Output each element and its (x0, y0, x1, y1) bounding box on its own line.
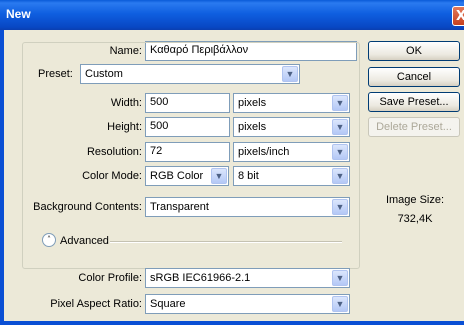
resolution-unit-select[interactable]: pixels/inch ▼ (233, 142, 350, 162)
chevron-down-icon[interactable]: ▼ (332, 144, 348, 160)
width-input[interactable]: 500 (145, 93, 230, 113)
ok-button[interactable]: OK (368, 41, 460, 61)
background-contents-label: Background Contents: (33, 201, 142, 213)
chevron-up-double-icon[interactable]: ˄ (42, 233, 56, 247)
height-input[interactable]: 500 (145, 117, 230, 137)
pixel-aspect-select[interactable]: Square ▼ (145, 294, 350, 314)
chevron-down-icon[interactable]: ▼ (332, 119, 348, 135)
advanced-label[interactable]: Advanced (60, 235, 109, 247)
resolution-unit-value: pixels/inch (238, 146, 290, 158)
close-button[interactable]: X (452, 6, 464, 26)
pixel-aspect-value: Square (150, 298, 186, 310)
width-unit-value: pixels (238, 97, 267, 109)
color-profile-select[interactable]: sRGB IEC61966-2.1 ▼ (145, 268, 350, 288)
height-unit-value: pixels (238, 121, 267, 133)
window-title: New (6, 7, 31, 21)
color-mode-value: RGB Color (150, 170, 204, 182)
chevron-down-icon[interactable]: ▼ (332, 270, 348, 286)
preset-label: Preset: (38, 68, 73, 80)
bit-depth-select[interactable]: 8 bit ▼ (233, 166, 350, 186)
chevron-down-icon[interactable]: ▼ (211, 168, 227, 184)
chevron-down-icon[interactable]: ▼ (332, 95, 348, 111)
chevron-down-icon[interactable]: ▼ (282, 66, 298, 82)
preset-select[interactable]: Custom ▼ (80, 64, 300, 84)
image-size-label: Image Size: (385, 194, 445, 206)
chevron-down-icon[interactable]: ▼ (332, 168, 348, 184)
background-contents-value: Transparent (150, 201, 209, 213)
color-profile-label: Color Profile: (78, 272, 142, 284)
color-profile-value: sRGB IEC61966-2.1 (150, 272, 251, 284)
bit-depth-value: 8 bit (238, 170, 259, 182)
advanced-divider (110, 241, 342, 243)
color-mode-select[interactable]: RGB Color ▼ (145, 166, 229, 186)
preset-value: Custom (85, 68, 123, 80)
width-label: Width: (110, 97, 142, 109)
delete-preset-button: Delete Preset... (368, 117, 460, 137)
height-unit-select[interactable]: pixels ▼ (233, 117, 350, 137)
resolution-label: Resolution: (86, 146, 142, 158)
chevron-down-icon[interactable]: ▼ (332, 199, 348, 215)
image-size-value: 732,4K (397, 213, 433, 225)
color-mode-label: Color Mode: (82, 170, 142, 182)
height-label: Height: (107, 121, 142, 133)
pixel-aspect-label: Pixel Aspect Ratio: (50, 298, 142, 310)
background-contents-select[interactable]: Transparent ▼ (145, 197, 350, 217)
width-unit-select[interactable]: pixels ▼ (233, 93, 350, 113)
title-bar[interactable]: New X (0, 0, 464, 30)
save-preset-button[interactable]: Save Preset... (368, 92, 460, 112)
chevron-down-icon[interactable]: ▼ (332, 296, 348, 312)
cancel-button[interactable]: Cancel (368, 67, 460, 87)
resolution-input[interactable]: 72 (145, 142, 230, 162)
